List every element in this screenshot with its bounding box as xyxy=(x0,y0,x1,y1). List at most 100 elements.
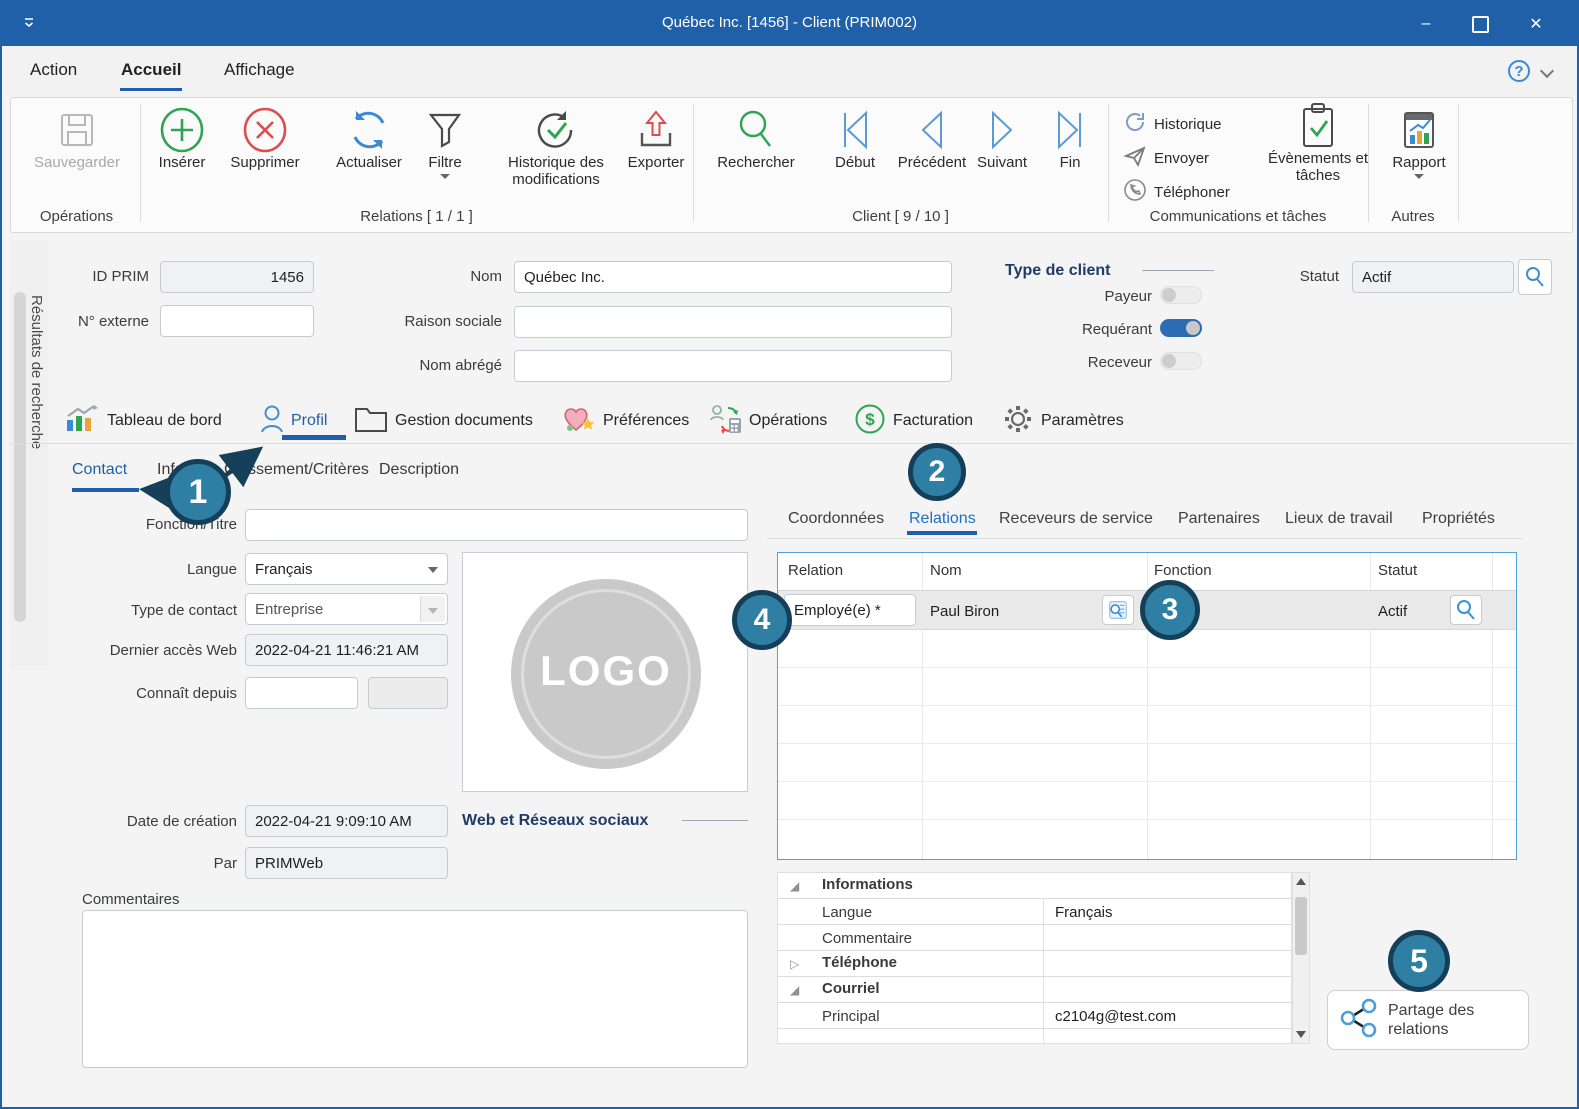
report-icon xyxy=(1397,106,1441,154)
rapport-button[interactable]: Rapport xyxy=(1383,106,1455,179)
group-relations: Relations [ 1 / 1 ] xyxy=(140,208,693,225)
subtab-contact[interactable]: Contact xyxy=(72,461,127,479)
commentaires-textarea[interactable] xyxy=(82,910,748,1068)
phone-icon xyxy=(1123,178,1147,206)
par-field: PRIMWeb xyxy=(245,847,448,879)
col-statut[interactable]: Statut xyxy=(1378,562,1417,579)
menubar: Action Accueil Affichage ? xyxy=(2,46,1577,96)
col-nom[interactable]: Nom xyxy=(930,562,962,579)
rtab-receveurs[interactable]: Receveurs de service xyxy=(999,510,1153,528)
evenements-taches-button[interactable]: Évènements et tâches xyxy=(1263,102,1373,185)
callout-2: 2 xyxy=(908,443,966,501)
connait-depuis-field[interactable] xyxy=(245,677,358,709)
rtab-coordonnees[interactable]: Coordonnées xyxy=(788,510,884,528)
menu-action[interactable]: Action xyxy=(30,60,77,80)
receveur-toggle[interactable] xyxy=(1160,352,1202,370)
filter-button[interactable]: Filtre xyxy=(415,106,475,179)
langue-select[interactable]: Français xyxy=(245,553,448,585)
folder-icon xyxy=(354,405,388,438)
save-button[interactable]: Sauvegarder xyxy=(25,106,129,171)
rtab-relations[interactable]: Relations xyxy=(909,510,976,528)
report-dropdown-icon xyxy=(1414,174,1424,179)
expander-expanded-icon[interactable]: ◢ xyxy=(790,879,799,893)
col-relation[interactable]: Relation xyxy=(788,562,843,579)
col-fonction[interactable]: Fonction xyxy=(1154,562,1212,579)
maximize-button[interactable] xyxy=(1458,2,1502,46)
dollar-icon: $ xyxy=(854,403,886,440)
search-button[interactable]: Rechercher xyxy=(708,106,804,171)
prop-principal[interactable]: Principal c2104g@test.com xyxy=(778,1003,1291,1029)
callout-4: 4 xyxy=(732,590,792,650)
expander-collapsed-icon[interactable]: ▷ xyxy=(790,957,799,971)
tab-parametres[interactable]: Paramètres xyxy=(1002,404,1124,438)
nom-abrege-field[interactable] xyxy=(514,350,952,382)
help-chevron-icon[interactable] xyxy=(1540,64,1554,78)
scroll-down-icon[interactable] xyxy=(1296,1031,1306,1038)
row-nom-lookup-button[interactable] xyxy=(1102,595,1134,625)
nom-abrege-label: Nom abrégé xyxy=(392,357,502,374)
tab-facturation[interactable]: $ Facturation xyxy=(854,404,973,438)
refresh-button[interactable]: Actualiser xyxy=(324,106,414,171)
row-relation-field[interactable]: Employé(e) * xyxy=(784,594,916,626)
category-telephone[interactable]: ▷ Téléphone xyxy=(778,951,1291,977)
history-check-icon xyxy=(533,106,579,154)
search-icon xyxy=(1524,266,1546,288)
close-button[interactable]: ✕ xyxy=(1510,2,1562,46)
raison-sociale-field[interactable] xyxy=(514,306,952,338)
nom-field[interactable]: Québec Inc. xyxy=(514,261,952,293)
scrollbar-thumb[interactable] xyxy=(1295,897,1307,955)
statut-field[interactable]: Actif xyxy=(1352,261,1514,293)
history-modifications-button[interactable]: Historique des modifications xyxy=(496,106,616,189)
connait-depuis-extra-field xyxy=(368,677,448,709)
raison-sociale-label: Raison sociale xyxy=(392,313,502,330)
callout-5: 5 xyxy=(1388,930,1450,992)
export-button[interactable]: Exporter xyxy=(620,106,692,171)
row-statut-search-button[interactable] xyxy=(1450,595,1482,625)
next-button[interactable]: Suivant xyxy=(967,106,1037,171)
payeur-toggle[interactable] xyxy=(1160,286,1202,304)
menu-accueil[interactable]: Accueil xyxy=(121,60,181,80)
row-nom-value: Paul Biron xyxy=(930,603,999,620)
menu-affichage[interactable]: Affichage xyxy=(224,60,295,80)
history-small-icon xyxy=(1123,110,1147,138)
rtab-partenaires[interactable]: Partenaires xyxy=(1178,510,1260,528)
telephoner-button[interactable]: Téléphoner xyxy=(1123,178,1230,206)
receveur-label: Receveur xyxy=(1042,354,1152,371)
row-statut-value: Actif xyxy=(1378,603,1407,620)
first-button[interactable]: Début xyxy=(824,106,886,171)
category-courriel[interactable]: ◢ Courriel xyxy=(778,977,1291,1003)
group-operations: Opérations xyxy=(13,208,140,225)
category-informations[interactable]: ◢ Informations xyxy=(778,873,1291,899)
envoyer-button[interactable]: Envoyer xyxy=(1123,144,1209,172)
prop-commentaire[interactable]: Commentaire xyxy=(778,925,1291,951)
partage-relations-button[interactable]: Partage des relations xyxy=(1327,990,1529,1050)
tab-gestion-documents[interactable]: Gestion documents xyxy=(354,404,533,438)
tab-operations[interactable]: Opérations xyxy=(708,404,827,438)
details-scrollbar[interactable] xyxy=(1292,872,1310,1044)
statut-search-button[interactable] xyxy=(1518,259,1552,295)
rtab-proprietes[interactable]: Propriétés xyxy=(1422,510,1495,528)
export-icon xyxy=(634,106,678,154)
delete-button[interactable]: Supprimer xyxy=(220,106,310,171)
save-icon xyxy=(56,106,98,154)
no-externe-field[interactable] xyxy=(160,305,314,337)
rtab-lieux[interactable]: Lieux de travail xyxy=(1285,510,1393,528)
tab-preferences[interactable]: Préférences xyxy=(562,404,689,438)
search-results-panel-tab[interactable]: Résultats de recherche xyxy=(10,240,48,670)
par-label: Par xyxy=(102,855,237,872)
prop-langue[interactable]: Langue Français xyxy=(778,899,1291,925)
logo-panel[interactable]: LOGO xyxy=(462,552,748,792)
help-icon[interactable]: ? xyxy=(1508,60,1530,82)
last-button[interactable]: Fin xyxy=(1046,106,1094,171)
insert-button[interactable]: Insérer xyxy=(149,106,215,171)
minimize-button[interactable]: – xyxy=(1402,2,1450,46)
previous-button[interactable]: Précédent xyxy=(889,106,975,171)
expander-expanded-icon[interactable]: ◢ xyxy=(790,983,799,997)
historique-button[interactable]: Historique xyxy=(1123,110,1222,138)
fonction-field[interactable] xyxy=(245,509,748,541)
date-creation-field: 2022-04-21 9:09:10 AM xyxy=(245,805,448,837)
scroll-up-icon[interactable] xyxy=(1296,878,1306,885)
subtab-description[interactable]: Description xyxy=(379,461,459,479)
requerant-toggle[interactable] xyxy=(1160,319,1202,337)
web-reseaux-title: Web et Réseaux sociaux xyxy=(462,812,648,830)
